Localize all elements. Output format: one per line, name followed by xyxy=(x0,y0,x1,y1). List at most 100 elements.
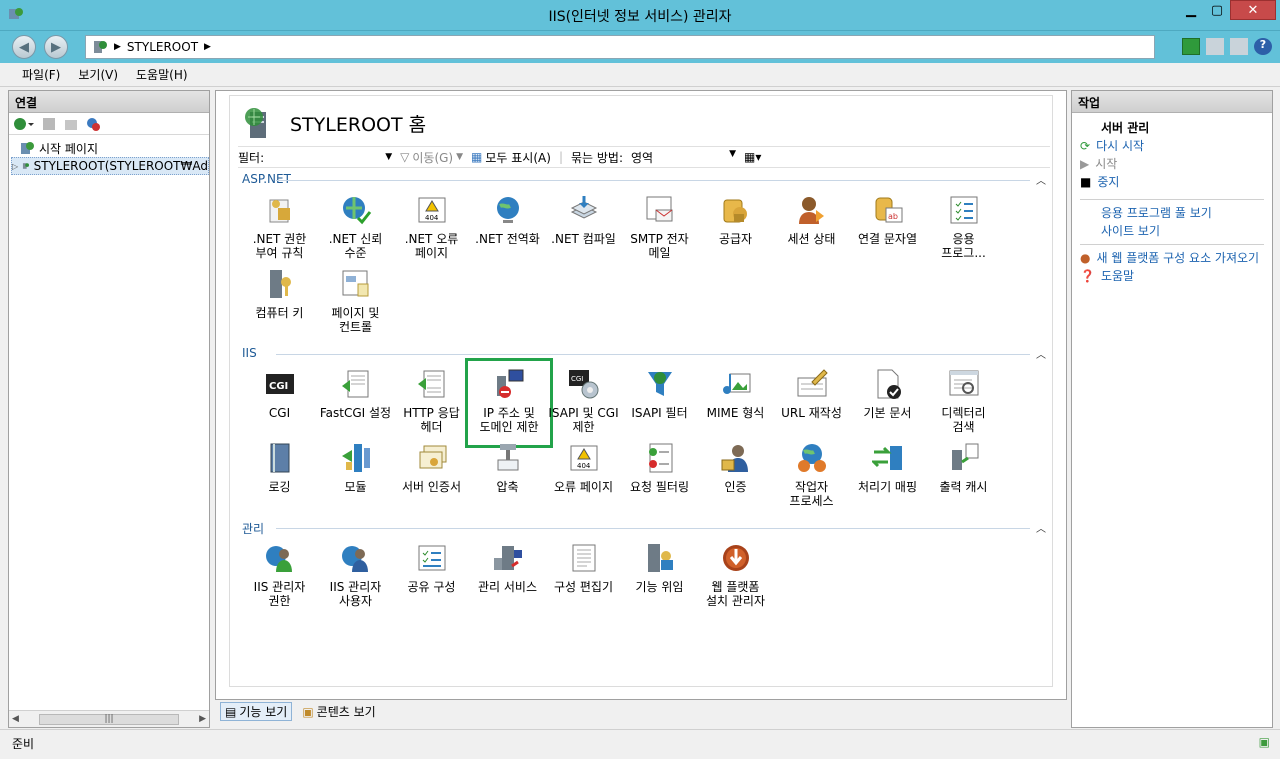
collapse-icon[interactable]: ︿ xyxy=(1036,520,1046,535)
feature-directory-browsing[interactable]: 디렉터리 검색 xyxy=(926,368,1001,434)
feature-url-rewrite[interactable]: URL 재작성 xyxy=(774,368,849,420)
group-header-iis[interactable]: IIS ︿ xyxy=(242,346,1054,362)
management-service-icon xyxy=(492,542,524,574)
tree-label: 시작 페이지 xyxy=(39,141,99,156)
group-header-management[interactable]: 관리 ︿ xyxy=(242,520,1054,536)
feature-http-response-headers[interactable]: HTTP 응답 헤더 xyxy=(394,368,469,434)
menu-view[interactable]: 보기(V) xyxy=(78,66,118,83)
feature-request-filtering[interactable]: 요청 필터링 xyxy=(622,442,697,494)
feature-management-service[interactable]: 관리 서비스 xyxy=(470,542,545,594)
tree-start-page[interactable]: 시작 페이지 xyxy=(19,139,209,157)
filter-input[interactable]: ▼ xyxy=(272,152,392,162)
feature-worker-processes[interactable]: 작업자 프로세스 xyxy=(774,442,849,508)
breadcrumb-server[interactable]: STYLEROOT xyxy=(127,40,198,54)
feature-web-platform-installer[interactable]: 웹 플랫폼 설치 관리자 xyxy=(698,542,773,608)
feature-app-settings[interactable]: 응용 프로그... xyxy=(926,194,1001,260)
server-home-icon xyxy=(245,108,266,138)
feature-shared-configuration[interactable]: 공유 구성 xyxy=(394,542,469,594)
scroll-right-icon[interactable]: ▶ xyxy=(199,714,206,724)
feature-authentication[interactable]: 인증 xyxy=(698,442,773,494)
back-button[interactable]: ◀ xyxy=(12,35,36,59)
feature-smtp-email[interactable]: SMTP 전자 메일 xyxy=(622,194,697,260)
restart-action[interactable]: ⟳ 다시 시작 xyxy=(1072,137,1272,155)
view-mode-icon[interactable]: ▦▾ xyxy=(744,150,761,164)
connections-tree: 시작 페이지 ▷ STYLEROOT(STYLEROOT₩Ad xyxy=(9,135,209,175)
home-icon[interactable] xyxy=(1230,38,1248,55)
feature-error-pages[interactable]: 404 오류 페이지 xyxy=(546,442,621,494)
features-panel: STYLEROOT 홈 필터: ▼ ▽ 이동(G) ▼ ▦ 모두 표시(A) | 묶는… xyxy=(215,90,1067,700)
tree-server-node[interactable]: ▷ STYLEROOT(STYLEROOT₩Ad xyxy=(11,157,209,175)
expand-arrow-icon[interactable]: ▷ xyxy=(12,162,18,171)
feature-machine-key[interactable]: 컴퓨터 키 xyxy=(242,268,317,320)
feature-server-certificates[interactable]: 서버 인증서 xyxy=(394,442,469,494)
features-view-tab[interactable]: ▤ 기능 보기 xyxy=(220,702,293,721)
feature-fastcgi[interactable]: FastCGI 설정 xyxy=(318,368,393,420)
disconnect-icon[interactable] xyxy=(85,116,101,132)
go-button[interactable]: ▽ 이동(G) ▼ xyxy=(400,149,463,166)
feature-net-globalization[interactable]: .NET 전역화 xyxy=(470,194,545,246)
feature-iis-manager-users[interactable]: IIS 관리자 사용자 xyxy=(318,542,393,608)
view-switcher: ▤ 기능 보기 ▣ 콘텐츠 보기 xyxy=(220,702,380,721)
save-icon[interactable] xyxy=(41,116,57,132)
forward-button[interactable]: ▶ xyxy=(44,35,68,59)
feature-net-authorization[interactable]: .NET 권한 부여 규칙 xyxy=(242,194,317,260)
feature-modules[interactable]: 모듈 xyxy=(318,442,393,494)
scroll-left-icon[interactable]: ◀ xyxy=(12,714,19,724)
stop-action[interactable]: ■ 중지 xyxy=(1072,173,1272,191)
url-rewrite-icon xyxy=(796,368,828,400)
stop-icon[interactable] xyxy=(1206,38,1224,55)
connect-icon[interactable] xyxy=(13,116,35,132)
collapse-icon[interactable]: ︿ xyxy=(1036,172,1046,187)
get-web-platform-link[interactable]: ● 새 웹 플랫폼 구성 요소 가져오기 xyxy=(1072,249,1272,267)
menu-file[interactable]: 파일(F) xyxy=(22,66,60,83)
feature-connection-strings[interactable]: ab 연결 문자열 xyxy=(850,194,925,246)
help-icon: ❓ xyxy=(1080,269,1095,283)
feature-ip-domain-restrictions[interactable]: IP 주소 및 도메인 제한 xyxy=(465,358,553,448)
feature-default-document[interactable]: 기본 문서 xyxy=(850,368,925,420)
feature-handler-mappings[interactable]: 처리기 매핑 xyxy=(850,442,925,494)
feature-isapi-filters[interactable]: ISAPI 필터 xyxy=(622,368,697,420)
breadcrumb-arrow-icon[interactable]: ▶ xyxy=(204,42,211,52)
help-dropdown-icon[interactable]: ? xyxy=(1254,38,1272,55)
actions-panel: 작업 서버 관리 ⟳ 다시 시작 ▶ 시작 ■ 중지 응용 프로그램 풀 보기 사이트… xyxy=(1071,90,1273,728)
close-button[interactable]: ✕ xyxy=(1230,0,1276,20)
address-box[interactable]: ▶ STYLEROOT ▶ xyxy=(85,35,1155,59)
content-view-tab[interactable]: ▣ 콘텐츠 보기 xyxy=(298,702,379,721)
up-level-icon[interactable] xyxy=(63,116,79,132)
refresh-icon[interactable] xyxy=(1182,38,1200,55)
feature-mime-types[interactable]: MIME 형식 xyxy=(698,368,773,420)
start-page-icon xyxy=(21,142,34,154)
feature-compression[interactable]: 압축 xyxy=(470,442,545,494)
feature-net-compilation[interactable]: .NET 컴파일 xyxy=(546,194,621,246)
connections-panel: 연결 시작 페이지 ▷ STYLEROOT(STYLEROOT₩Ad ◀ |||… xyxy=(8,90,210,728)
compile-icon xyxy=(568,194,600,226)
feature-cgi[interactable]: CGI CGI xyxy=(242,368,317,420)
show-all-button[interactable]: ▦ 모두 표시(A) xyxy=(471,149,551,166)
feature-isapi-cgi-restrictions[interactable]: CGI ISAPI 및 CGI 제한 xyxy=(546,368,621,434)
feature-feature-delegation[interactable]: 기능 위임 xyxy=(622,542,697,594)
view-app-pools-link[interactable]: 응용 프로그램 풀 보기 xyxy=(1072,204,1272,222)
feature-output-caching[interactable]: 출력 캐시 xyxy=(926,442,1001,494)
scroll-thumb[interactable]: ||| xyxy=(39,713,179,725)
feature-iis-manager-permissions[interactable]: IIS 관리자 권한 xyxy=(242,542,317,608)
feature-pages-controls[interactable]: 페이지 및 컨트롤 xyxy=(318,268,393,334)
feature-net-trust[interactable]: .NET 신뢰 수준 xyxy=(318,194,393,260)
view-sites-link[interactable]: 사이트 보기 xyxy=(1072,222,1272,240)
minimize-button[interactable]: ▁ xyxy=(1178,0,1204,20)
group-header-aspnet[interactable]: ASP.NET ︿ xyxy=(242,172,1054,188)
window-title: IIS(인터넷 정보 서비스) 관리자 xyxy=(548,9,732,25)
group-by-select[interactable]: 영역 ▼ xyxy=(631,149,736,166)
ip-restrict-icon xyxy=(493,368,525,400)
feature-session-state[interactable]: 세션 상태 xyxy=(774,194,849,246)
collapse-icon[interactable]: ︿ xyxy=(1036,346,1046,361)
connections-toolbar xyxy=(9,113,209,135)
feature-net-error-pages[interactable]: 404 .NET 오류 페이지 xyxy=(394,194,469,260)
help-link[interactable]: ❓ 도움말 xyxy=(1072,267,1272,285)
feature-configuration-editor[interactable]: 구성 편집기 xyxy=(546,542,621,594)
feature-logging[interactable]: 로깅 xyxy=(242,442,317,494)
menu-help[interactable]: 도움말(H) xyxy=(136,66,188,83)
feature-providers[interactable]: 공급자 xyxy=(698,194,773,246)
maximize-button[interactable]: ▢ xyxy=(1204,0,1230,20)
horizontal-scrollbar[interactable]: ◀ ||| ▶ xyxy=(9,710,209,727)
mime-icon xyxy=(720,368,752,400)
